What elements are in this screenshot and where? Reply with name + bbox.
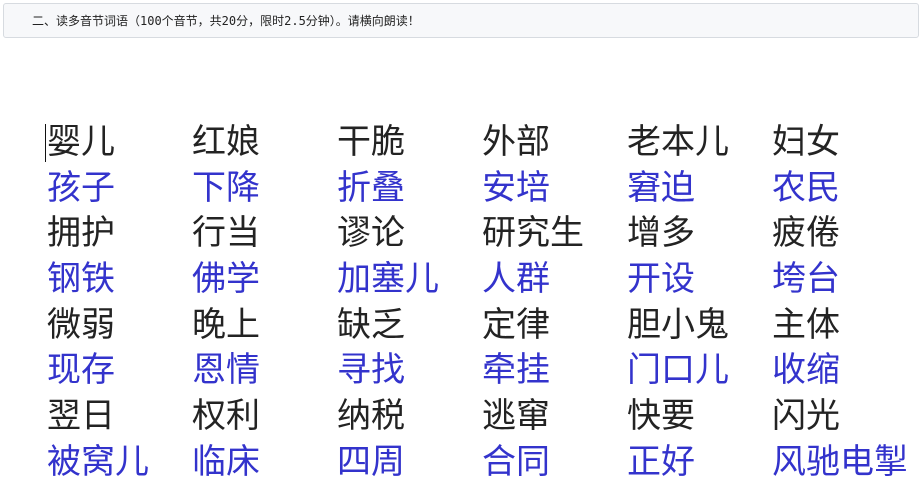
word: 安培 xyxy=(482,167,550,208)
word-row: 被窝儿 临床 四周 合同 正好 风驰电掣 xyxy=(47,440,923,486)
word: 微弱 xyxy=(47,304,115,345)
word: 胆小鬼 xyxy=(627,304,729,345)
word: 缺乏 xyxy=(337,304,405,345)
word: 下降 xyxy=(192,167,260,208)
word: 收缩 xyxy=(772,350,840,391)
word: 四周 xyxy=(337,441,405,482)
word-row: 拥护 行当 谬论 研究生 增多 疲倦 xyxy=(47,211,923,257)
word: 折叠 xyxy=(337,167,405,208)
word: 垮台 xyxy=(772,259,840,300)
word: 权利 xyxy=(192,396,260,437)
word: 疲倦 xyxy=(772,213,840,254)
word: 恩情 xyxy=(192,350,260,391)
word: 合同 xyxy=(482,441,550,482)
word-row: 翌日 权利 纳税 逃窜 快要 闪光 xyxy=(47,394,923,440)
word: 加塞儿 xyxy=(337,259,439,300)
word: 钢铁 xyxy=(47,259,115,300)
word-row: 孩子 下降 折叠 安培 窘迫 农民 xyxy=(47,166,923,212)
word: 研究生 xyxy=(482,213,584,254)
word: 外部 xyxy=(482,122,550,162)
word: 定律 xyxy=(482,304,550,345)
instruction-bar: 二、读多音节词语（100个音节，共20分，限时2.5分钟）。请横向朗读！ xyxy=(3,3,919,38)
word: 主体 xyxy=(772,304,840,345)
text-cursor xyxy=(45,124,46,162)
word: 翌日 xyxy=(47,396,115,437)
word: 快要 xyxy=(627,396,695,437)
word-row: 钢铁 佛学 加塞儿 人群 开设 垮台 xyxy=(47,257,923,303)
instruction-text: 二、读多音节词语（100个音节，共20分，限时2.5分钟）。请横向朗读！ xyxy=(32,14,420,28)
word: 老本儿 xyxy=(627,122,729,162)
word: 拥护 xyxy=(47,213,115,254)
word: 开设 xyxy=(627,259,695,300)
word: 寻找 xyxy=(337,350,405,391)
word-row: 微弱 晚上 缺乏 定律 胆小鬼 主体 xyxy=(47,303,923,349)
word-row: 现存 恩情 寻找 牵挂 门口儿 收缩 xyxy=(47,348,923,394)
word: 妇女 xyxy=(772,122,840,162)
word: 逃窜 xyxy=(482,396,550,437)
word: 纳税 xyxy=(337,396,405,437)
word: 红娘 xyxy=(192,122,260,162)
word: 佛学 xyxy=(192,259,260,300)
word: 农民 xyxy=(772,167,840,208)
word: 风驰电掣 xyxy=(772,441,908,482)
word: 现存 xyxy=(47,350,115,391)
word: 干脆 xyxy=(337,122,405,162)
word: 晚上 xyxy=(192,304,260,345)
word-row: 婴儿 红娘 干脆 外部 老本儿 妇女 xyxy=(47,120,923,166)
word-grid: 婴儿 红娘 干脆 外部 老本儿 妇女 孩子 下降 折叠 安培 窘迫 农民 拥护 … xyxy=(47,120,923,486)
word: 孩子 xyxy=(47,167,115,208)
word: 正好 xyxy=(627,441,695,482)
word: 窘迫 xyxy=(627,167,695,208)
word: 牵挂 xyxy=(482,350,550,391)
word: 门口儿 xyxy=(627,350,729,391)
word: 谬论 xyxy=(337,213,405,254)
word: 行当 xyxy=(192,213,260,254)
word: 人群 xyxy=(482,259,550,300)
word: 增多 xyxy=(627,213,695,254)
word: 临床 xyxy=(192,441,260,482)
word: 闪光 xyxy=(772,396,840,437)
word: 被窝儿 xyxy=(47,441,149,482)
word: 婴儿 xyxy=(47,122,115,162)
